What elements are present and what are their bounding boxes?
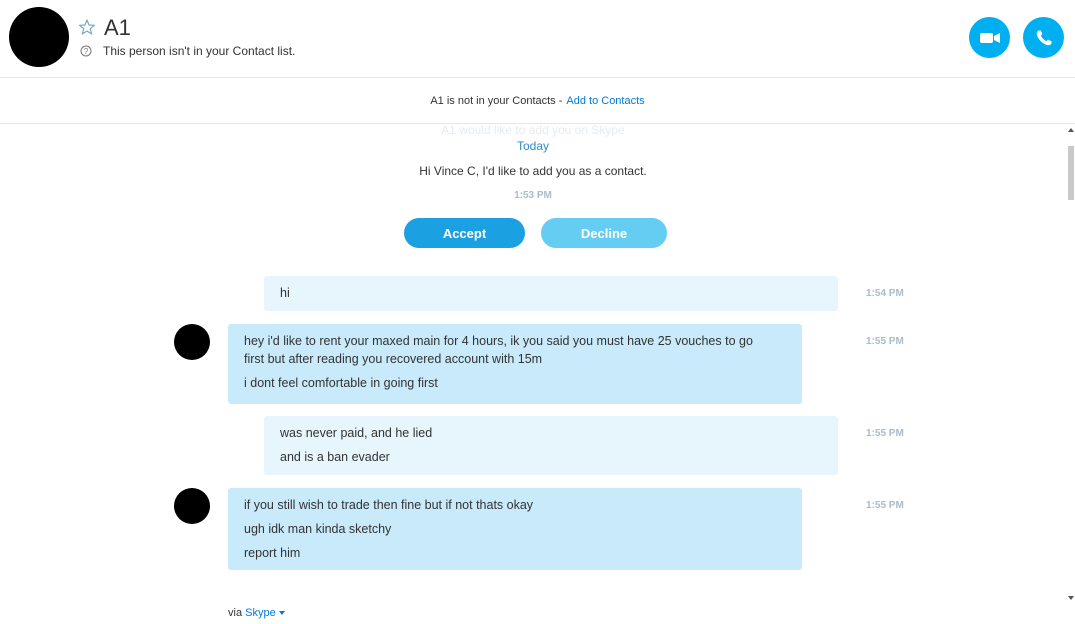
message-time: 1:55 PM (866, 336, 904, 347)
message-line: i dont feel comfortable in going first (244, 376, 438, 390)
help-circle-icon: ? (80, 45, 92, 57)
chat-header: A1 ? This person isn't in your Contact l… (0, 0, 1075, 78)
message-line: and is a ban evader (280, 450, 390, 464)
message-bubble[interactable]: was never paid, and he lied and is a ban… (264, 416, 838, 475)
contact-request-message: Hi Vince C, I'd like to add you as a con… (419, 164, 647, 178)
contact-request-time: 1:53 PM (514, 190, 552, 201)
video-call-button[interactable] (969, 17, 1010, 58)
scroll-thumb[interactable] (1068, 146, 1074, 200)
contact-name: A1 (104, 15, 131, 40)
message-line: report him (244, 546, 301, 560)
via-label: via (228, 607, 243, 619)
message-line: hi (280, 286, 290, 300)
phone-icon (1036, 30, 1051, 45)
add-to-contacts-link[interactable]: Add to Contacts (566, 95, 644, 107)
message-time: 1:55 PM (866, 428, 904, 439)
via-skype: via Skype (228, 607, 285, 619)
decline-button[interactable]: Decline (541, 218, 667, 248)
scroll-down-arrow-icon[interactable] (1068, 596, 1074, 600)
message-bubble[interactable]: if you still wish to trade then fine but… (228, 488, 802, 570)
contact-status: This person isn't in your Contact list. (103, 44, 296, 58)
faded-request-text: A1 would like to add you on Skype (441, 123, 625, 137)
message-line: ugh idk man kinda sketchy (244, 522, 392, 536)
skype-link[interactable]: Skype (245, 607, 276, 619)
message-bubble[interactable]: hey i'd like to rent your maxed main for… (228, 324, 802, 404)
not-in-contacts-banner: A1 is not in your Contacts - Add to Cont… (0, 78, 1075, 124)
chevron-down-icon[interactable] (278, 611, 285, 616)
scroll-up-arrow-icon[interactable] (1068, 128, 1074, 132)
date-divider: Today (516, 139, 550, 153)
sender-avatar[interactable] (174, 324, 210, 360)
contact-avatar[interactable] (9, 7, 69, 67)
audio-call-button[interactable] (1023, 17, 1064, 58)
message-line: was never paid, and he lied (280, 426, 433, 440)
sender-avatar[interactable] (174, 488, 210, 524)
video-camera-icon (979, 32, 1000, 43)
accept-button[interactable]: Accept (404, 218, 525, 248)
message-time: 1:54 PM (866, 288, 904, 299)
message-line: first but after reading you recovered ac… (244, 352, 543, 366)
star-icon[interactable] (78, 18, 96, 36)
message-bubble[interactable]: hi (264, 276, 838, 311)
message-line: hey i'd like to rent your maxed main for… (244, 334, 753, 348)
banner-text: A1 is not in your Contacts - (430, 94, 563, 107)
message-time: 1:55 PM (866, 500, 904, 511)
svg-text:?: ? (84, 47, 89, 56)
message-line: if you still wish to trade then fine but… (244, 498, 534, 512)
